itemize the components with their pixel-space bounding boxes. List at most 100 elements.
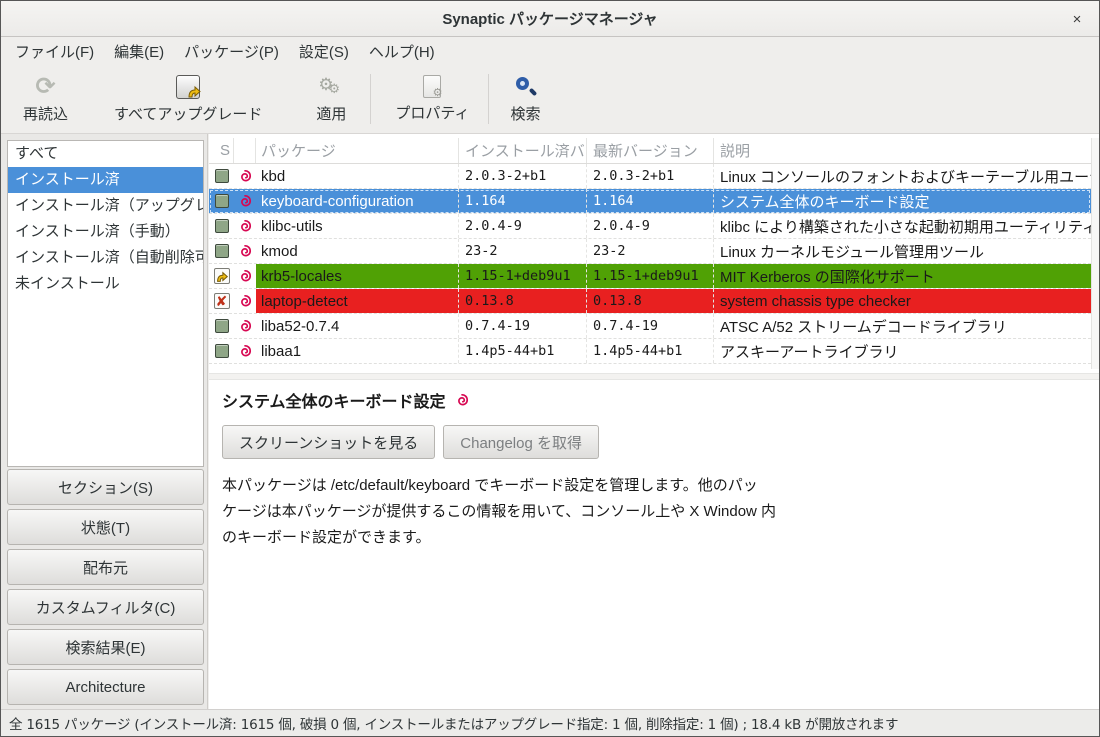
- table-row[interactable]: kmod 23-2 23-2 Linux カーネルモジュール管理用ツール: [209, 239, 1091, 264]
- package-name: libaa1: [261, 343, 301, 360]
- debian-swirl-icon: [237, 193, 253, 209]
- menu-settings[interactable]: 設定(S): [289, 38, 359, 65]
- toolbar-separator: [488, 74, 489, 124]
- status-text: 全 1615 パッケージ (インストール済: 1615 個, 破損 0 個, イ…: [9, 713, 898, 733]
- reload-button[interactable]: ⟳ 再読込: [9, 69, 82, 129]
- view-screenshot-button[interactable]: スクリーンショットを見る: [222, 425, 435, 459]
- latest-version: 23-2: [593, 243, 626, 259]
- close-icon[interactable]: ×: [1067, 9, 1087, 29]
- description-line: のキーボード設定ができます。: [222, 525, 1099, 551]
- pane-splitter[interactable]: [209, 373, 1099, 380]
- table-row-selected[interactable]: keyboard-configuration 1.164 1.164 システム全…: [209, 189, 1091, 214]
- package-name: krb5-locales: [261, 268, 342, 285]
- filter-item-installed-manual[interactable]: インストール済（手動）: [8, 219, 203, 245]
- menu-help[interactable]: ヘルプ(H): [359, 38, 445, 65]
- search-results-button[interactable]: 検索結果(E): [7, 629, 204, 665]
- table-row[interactable]: libaa1 1.4p5-44+b1 1.4p5-44+b1 アスキーアートライ…: [209, 339, 1091, 364]
- debian-swirl-icon: [237, 318, 253, 334]
- latest-version: 2.0.3-2+b1: [593, 168, 674, 184]
- package-description: klibc により構築された小さな起動初期用ユーティリティ: [720, 216, 1091, 237]
- installed-checkbox-icon[interactable]: [215, 169, 229, 183]
- properties-icon: [423, 75, 441, 98]
- latest-version: 0.7.4-19: [593, 318, 658, 334]
- package-panel: S パッケージ インストール済バ 最新バージョン 説明 kbd 2.0.3-2+…: [209, 134, 1099, 709]
- package-description: アスキーアートライブラリ: [720, 341, 899, 362]
- column-header-latest-version[interactable]: 最新バージョン: [587, 138, 714, 163]
- latest-version: 2.0.4-9: [593, 218, 650, 234]
- package-name: klibc-utils: [261, 218, 323, 235]
- table-row[interactable]: liba52-0.7.4 0.7.4-19 0.7.4-19 ATSC A/52…: [209, 314, 1091, 339]
- table-row-marked-upgrade[interactable]: krb5-locales 1.15-1+deb9u1 1.15-1+deb9u1…: [209, 264, 1091, 289]
- installed-checkbox-icon[interactable]: [215, 344, 229, 358]
- marked-upgrade-icon[interactable]: [214, 268, 230, 284]
- description-line: 本パッケージは /etc/default/keyboard でキーボード設定を管…: [222, 473, 1099, 499]
- package-name: keyboard-configuration: [261, 193, 414, 210]
- architecture-button[interactable]: Architecture: [7, 669, 204, 705]
- menu-edit[interactable]: 編集(E): [104, 38, 174, 65]
- table-row[interactable]: kbd 2.0.3-2+b1 2.0.3-2+b1 Linux コンソールのフォ…: [209, 164, 1091, 189]
- installed-checkbox-icon[interactable]: [215, 219, 229, 233]
- package-description: MIT Kerberos の国際化サポート: [720, 266, 935, 287]
- filter-item-installed[interactable]: インストール済: [8, 167, 203, 193]
- debian-swirl-icon: [237, 218, 253, 234]
- debian-swirl-icon: [237, 343, 253, 359]
- toolbar: ⟳ 再読込 すべてアップグレード ⚙⚙ 適用 プロパティ 検索: [1, 65, 1099, 134]
- installed-version: 1.164: [465, 193, 506, 209]
- origin-button[interactable]: 配布元: [7, 549, 204, 585]
- table-row-marked-removal[interactable]: ✘ laptop-detect 0.13.8 0.13.8 system cha…: [209, 289, 1091, 314]
- upgrade-all-icon: [176, 75, 200, 99]
- search-icon: [514, 75, 538, 99]
- column-header-installed-version[interactable]: インストール済バ: [459, 138, 587, 163]
- menu-file[interactable]: ファイル(F): [5, 38, 104, 65]
- get-changelog-button[interactable]: Changelog を取得: [443, 425, 599, 459]
- table-row[interactable]: klibc-utils 2.0.4-9 2.0.4-9 klibc により構築さ…: [209, 214, 1091, 239]
- package-long-description: 本パッケージは /etc/default/keyboard でキーボード設定を管…: [222, 473, 1099, 551]
- menubar: ファイル(F) 編集(E) パッケージ(P) 設定(S) ヘルプ(H): [1, 38, 1099, 65]
- details-pane: システム全体のキーボード設定 スクリーンショットを見る Changelog を取…: [209, 380, 1099, 709]
- titlebar[interactable]: Synaptic パッケージマネージャ ×: [1, 1, 1099, 37]
- filter-list: すべて インストール済 インストール済（アップグレード可） インストール済（手動…: [7, 140, 204, 467]
- package-name: laptop-detect: [261, 293, 348, 310]
- sidebar-view-buttons: セクション(S) 状態(T) 配布元 カスタムフィルタ(C) 検索結果(E) A…: [7, 469, 204, 705]
- debian-swirl-icon: [237, 293, 253, 309]
- statusbar: 全 1615 パッケージ (インストール済: 1615 個, 破損 0 個, イ…: [1, 709, 1099, 736]
- synaptic-window: Synaptic パッケージマネージャ × ファイル(F) 編集(E) パッケー…: [0, 0, 1100, 737]
- vertical-scrollbar[interactable]: [1091, 138, 1099, 369]
- latest-version: 0.13.8: [593, 293, 642, 309]
- package-name: liba52-0.7.4: [261, 318, 339, 335]
- installed-version: 1.15-1+deb9u1: [465, 268, 571, 284]
- menu-package[interactable]: パッケージ(P): [174, 38, 289, 65]
- filter-item-not-installed[interactable]: 未インストール: [8, 271, 203, 297]
- installed-checkbox-icon[interactable]: [215, 244, 229, 258]
- debian-swirl-icon: [237, 168, 253, 184]
- debian-swirl-icon: [237, 243, 253, 259]
- filter-item-all[interactable]: すべて: [8, 141, 203, 167]
- package-table: S パッケージ インストール済バ 最新バージョン 説明 kbd 2.0.3-2+…: [209, 138, 1091, 364]
- column-header-status[interactable]: S: [209, 138, 234, 163]
- installed-version: 23-2: [465, 243, 498, 259]
- reload-icon: ⟳: [35, 75, 55, 99]
- filter-item-installed-upgradable[interactable]: インストール済（アップグレード可）: [8, 193, 203, 219]
- toolbar-separator: [370, 74, 371, 124]
- apply-gears-icon: ⚙⚙: [318, 75, 344, 99]
- installed-version: 2.0.3-2+b1: [465, 168, 546, 184]
- apply-button[interactable]: ⚙⚙ 適用: [302, 69, 360, 129]
- column-header-package[interactable]: パッケージ: [256, 138, 459, 163]
- status-button[interactable]: 状態(T): [7, 509, 204, 545]
- column-header-supported[interactable]: [234, 138, 256, 163]
- latest-version: 1.4p5-44+b1: [593, 343, 682, 359]
- custom-filters-button[interactable]: カスタムフィルタ(C): [7, 589, 204, 625]
- installed-checkbox-icon[interactable]: [215, 319, 229, 333]
- sidebar: すべて インストール済 インストール済（アップグレード可） インストール済（手動…: [1, 134, 208, 709]
- search-button[interactable]: 検索: [497, 69, 555, 129]
- package-description: Linux カーネルモジュール管理用ツール: [720, 241, 984, 262]
- properties-button[interactable]: プロパティ: [381, 69, 483, 129]
- marked-removal-icon[interactable]: ✘: [214, 293, 230, 309]
- filter-item-installed-autoremovable[interactable]: インストール済（自動削除可能）: [8, 245, 203, 271]
- package-description: システム全体のキーボード設定: [720, 191, 930, 212]
- column-header-description[interactable]: 説明: [714, 138, 1091, 163]
- details-title: システム全体のキーボード設定: [222, 388, 446, 412]
- sections-button[interactable]: セクション(S): [7, 469, 204, 505]
- upgrade-all-button[interactable]: すべてアップグレード: [100, 69, 276, 129]
- installed-checkbox-icon[interactable]: [215, 194, 229, 208]
